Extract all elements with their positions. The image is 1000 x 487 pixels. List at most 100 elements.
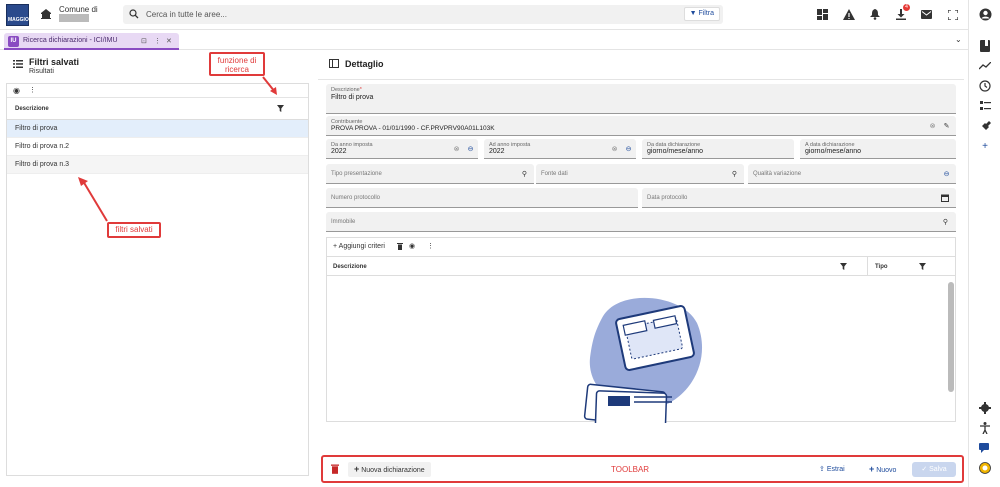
contribuente-field[interactable]: Contribuente PROVA PROVA - 01/01/1990 - …	[326, 116, 956, 136]
scrollbar[interactable]	[948, 282, 954, 392]
clear-icon[interactable]: ⊗	[610, 144, 619, 153]
salva-button[interactable]: ✓ Salva	[912, 462, 956, 477]
more-icon[interactable]: ⋮	[427, 242, 434, 250]
da-data-field[interactable]: Da data dichiarazione giorno/mese/anno	[642, 139, 794, 159]
search-icon[interactable]: ⚲	[730, 169, 739, 178]
ad-anno-field[interactable]: Ad anno imposta 2022 ⊗ ⊖	[484, 139, 636, 159]
descrizione-field[interactable]: Descrizione* Filtro di prova	[326, 84, 956, 114]
fonte-dati-field[interactable]: Fonte dati ⚲	[536, 164, 744, 184]
left-panel: Filtri salvati Risultati ◉ ⋮ Descrizione…	[4, 52, 311, 479]
qualita-variazione-placeholder: Qualità variazione	[753, 171, 802, 177]
minus-icon[interactable]: ⊖	[466, 144, 475, 153]
detail-title: Dettaglio	[345, 59, 384, 69]
filter-funnel-icon[interactable]	[277, 105, 284, 114]
global-search[interactable]: Cerca in tutte le aree... ▼ Filtra	[123, 5, 723, 24]
filter-funnel-icon[interactable]	[840, 263, 847, 272]
logo-text: MAGGIOLI	[8, 17, 34, 23]
add-criteria-button[interactable]: + Aggiungi criteri	[333, 243, 385, 250]
app-logo[interactable]: MAGGIOLI	[6, 4, 33, 26]
annotation-search-function: funzione di ricerca	[209, 52, 265, 76]
estrai-button[interactable]: ⇪ Estrai	[819, 462, 845, 477]
add-criteria-label: Aggiungi criteri	[338, 243, 385, 250]
accessibility-icon[interactable]	[978, 421, 992, 435]
criteria-grid: + Aggiungi criteri ◉ ⋮ Descrizione Tipo	[326, 237, 956, 423]
plugin-icon[interactable]	[978, 119, 992, 133]
descrizione-value: Filtro di prova	[331, 94, 374, 101]
qualita-variazione-field[interactable]: Qualità variazione ⊖	[748, 164, 956, 184]
annotation-arrow-search	[262, 76, 277, 95]
a-data-field[interactable]: A data dichiarazione giorno/mese/anno	[800, 139, 956, 159]
tab-close-icon[interactable]: ✕	[166, 37, 172, 45]
list-item[interactable]: Filtro di prova n.2	[7, 138, 308, 156]
list-item[interactable]: Filtro di prova	[7, 120, 308, 138]
numero-protocollo-field[interactable]: Numero protocollo	[326, 188, 638, 208]
list-item-label: Filtro di prova n.3	[15, 161, 70, 168]
user-icon[interactable]	[978, 7, 992, 21]
fullscreen-icon[interactable]	[944, 6, 961, 23]
list-icon[interactable]	[978, 99, 992, 113]
top-bar: MAGGIOLI Comune di Cerca in tutte le are…	[0, 0, 968, 30]
nuovo-button[interactable]: + Nuovo	[869, 462, 896, 477]
history-icon[interactable]	[978, 79, 992, 93]
eye-icon[interactable]: ◉	[409, 242, 415, 250]
home-icon[interactable]	[40, 8, 52, 20]
settings-icon[interactable]	[978, 401, 992, 415]
column-descrizione[interactable]: Descrizione	[15, 106, 49, 112]
tab-menu-icon[interactable]: ⋮	[154, 37, 161, 45]
support-icon[interactable]	[978, 461, 992, 475]
panel-toggle-icon[interactable]	[329, 59, 339, 70]
pin-icon[interactable]: ⊡	[141, 37, 147, 45]
tab-bar: IU Ricerca dichiarazioni - ICI/IMU ⊡ ⋮ ✕…	[0, 30, 968, 50]
bell-icon[interactable]	[866, 6, 883, 23]
tab-label: Ricerca dichiarazioni - ICI/IMU	[23, 37, 118, 44]
right-sidebar: +	[968, 0, 1000, 487]
list-item-label: Filtro di prova n.2	[15, 143, 70, 150]
data-protocollo-field[interactable]: Data protocollo	[642, 188, 956, 208]
minus-icon[interactable]: ⊖	[624, 144, 633, 153]
dashboard-icon[interactable]	[814, 6, 831, 23]
column-divider	[867, 257, 868, 275]
comune-label: Comune di	[59, 5, 98, 14]
trend-icon[interactable]	[978, 59, 992, 73]
tab-ricerca-dichiarazioni[interactable]: IU Ricerca dichiarazioni - ICI/IMU ⊡ ⋮ ✕	[4, 33, 179, 50]
chevron-down-icon[interactable]: ⌄	[955, 35, 962, 44]
da-anno-value: 2022	[331, 148, 347, 155]
share-icon: ⇪	[819, 466, 825, 473]
list-item[interactable]: Filtro di prova n.3	[7, 156, 308, 174]
menu-list-icon[interactable]	[13, 60, 23, 70]
warning-icon[interactable]	[840, 6, 857, 23]
bookmark-book-icon[interactable]	[978, 39, 992, 53]
filter-funnel-icon[interactable]	[919, 263, 926, 272]
immobile-field[interactable]: Immobile ⚲	[326, 212, 956, 232]
delete-icon[interactable]	[331, 464, 339, 476]
da-anno-field[interactable]: Da anno imposta 2022 ⊗ ⊖	[326, 139, 478, 159]
salva-label: Salva	[929, 466, 947, 473]
calendar-icon[interactable]	[940, 193, 949, 202]
add-icon[interactable]: +	[978, 139, 992, 153]
col-tipo[interactable]: Tipo	[875, 264, 888, 270]
ad-anno-value: 2022	[489, 148, 505, 155]
col-descrizione[interactable]: Descrizione	[333, 264, 367, 270]
eye-icon[interactable]: ◉	[13, 86, 20, 95]
minus-icon[interactable]: ⊖	[942, 169, 951, 178]
search-icon[interactable]: ⚲	[520, 169, 529, 178]
data-protocollo-placeholder: Data protocollo	[647, 195, 688, 201]
new-declaration-button[interactable]: + Nuova dichiarazione	[348, 462, 431, 477]
tipo-presentazione-field[interactable]: Tipo presentazione ⚲	[326, 164, 534, 184]
mail-icon[interactable]	[918, 6, 935, 23]
estrai-label: Estrai	[826, 466, 845, 473]
clear-icon[interactable]: ⊗	[452, 144, 461, 153]
edit-icon[interactable]: ✎	[942, 121, 951, 130]
clear-icon[interactable]: ⊗	[928, 121, 937, 130]
descrizione-label: Descrizione*	[331, 87, 362, 93]
nuovo-label: Nuovo	[876, 467, 897, 474]
list-item-label: Filtro di prova	[15, 125, 58, 132]
new-declaration-label: Nuova dichiarazione	[361, 467, 425, 474]
trash-icon[interactable]	[397, 243, 403, 252]
more-icon[interactable]: ⋮	[29, 86, 36, 94]
criteria-column-header: Descrizione Tipo	[327, 256, 955, 276]
download-icon[interactable]: 4	[892, 4, 910, 23]
filter-button[interactable]: ▼ Filtra	[683, 7, 720, 21]
chat-icon[interactable]	[978, 441, 992, 455]
search-icon[interactable]: ⚲	[941, 217, 950, 226]
